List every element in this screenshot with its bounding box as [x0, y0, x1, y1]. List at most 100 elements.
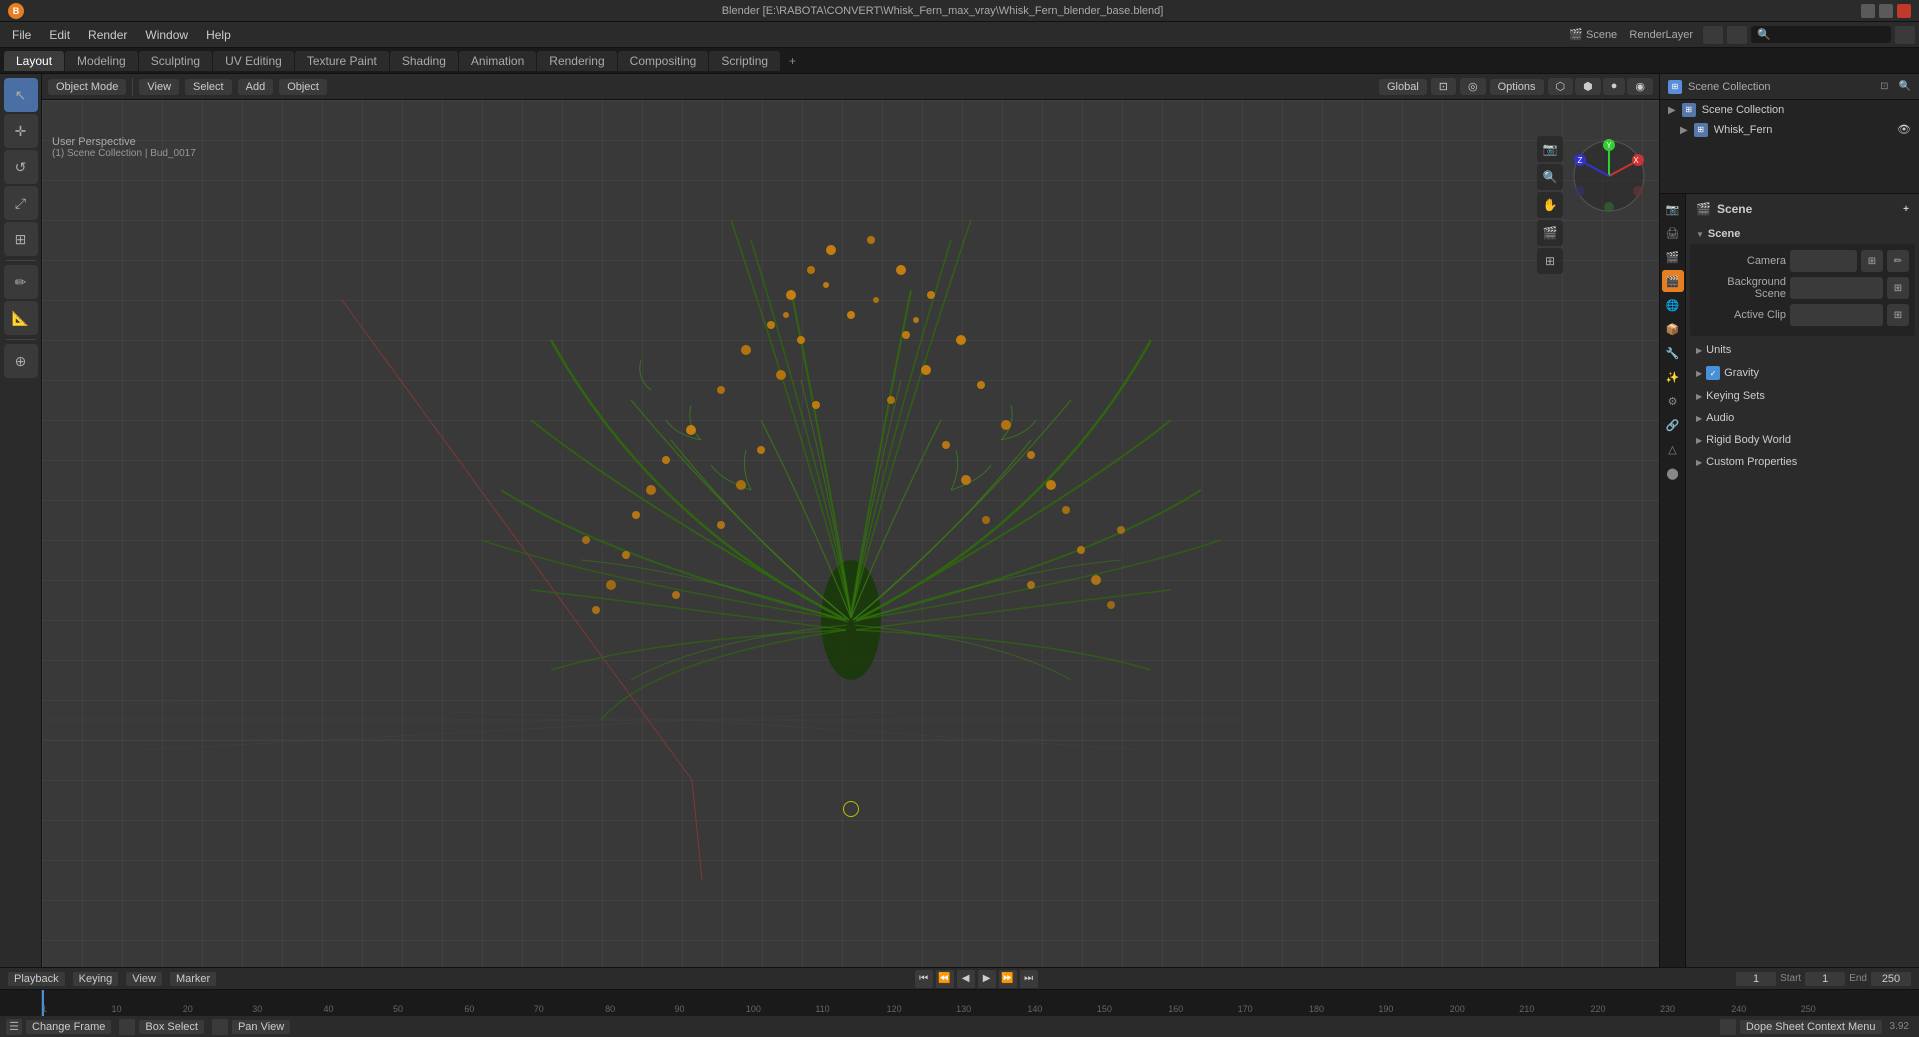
prop-scene-icon[interactable]: 🎬: [1662, 270, 1684, 292]
header-filter-button[interactable]: [1895, 26, 1915, 44]
jump-start-button[interactable]: ⏮: [915, 970, 933, 988]
prop-object-icon[interactable]: 📦: [1662, 318, 1684, 340]
shading-solid[interactable]: ⬢: [1575, 78, 1601, 95]
start-frame-field[interactable]: 1: [1805, 972, 1845, 986]
minimize-button[interactable]: [1861, 4, 1875, 18]
viewport-zoom-in[interactable]: 🔍: [1537, 164, 1563, 190]
header-button-1[interactable]: [1703, 26, 1723, 44]
prop-modifier-icon[interactable]: 🔧: [1662, 342, 1684, 364]
viewport-camera-btn[interactable]: 🎬: [1537, 220, 1563, 246]
timeline-ruler[interactable]: 1 10 20 30 40 50 60 70 80 90 100 110 120…: [0, 990, 1919, 1016]
play-button[interactable]: ▶: [978, 970, 996, 988]
bottom-mode-icon[interactable]: ☰: [6, 1019, 22, 1035]
viewport-object-menu[interactable]: Object: [279, 79, 327, 95]
prop-data-icon[interactable]: △: [1662, 438, 1684, 460]
shading-material[interactable]: ●: [1603, 78, 1626, 95]
tab-shading[interactable]: Shading: [390, 51, 458, 71]
scene-section-header[interactable]: ▼ Scene: [1690, 224, 1915, 244]
outliner-filter-button[interactable]: ⊡: [1880, 81, 1888, 92]
outliner-whisk-fern[interactable]: ▶ ⊞ Whisk_Fern 👁: [1660, 120, 1919, 140]
viewport-snap-button[interactable]: ⊡: [1431, 78, 1456, 95]
active-clip-value[interactable]: [1790, 304, 1883, 326]
shading-rendered[interactable]: ◉: [1627, 78, 1653, 95]
jump-next-keyframe[interactable]: ⏩: [999, 970, 1017, 988]
tool-annotate[interactable]: ✏: [4, 265, 38, 299]
viewport-select-menu[interactable]: Select: [185, 79, 232, 95]
marker-menu[interactable]: Marker: [170, 972, 216, 986]
jump-end-button[interactable]: ⏭: [1020, 970, 1038, 988]
bottom-box-icon[interactable]: [119, 1019, 135, 1035]
tab-layout[interactable]: Layout: [4, 51, 64, 71]
prop-view-layer-icon[interactable]: 🎬: [1662, 246, 1684, 268]
add-workspace-button[interactable]: +: [781, 51, 804, 71]
menu-edit[interactable]: Edit: [41, 26, 78, 44]
tab-compositing[interactable]: Compositing: [618, 51, 709, 71]
active-clip-browse[interactable]: ⊞: [1887, 304, 1909, 326]
end-frame-field[interactable]: 250: [1871, 972, 1911, 986]
tool-cursor[interactable]: ↖: [4, 78, 38, 112]
outliner-search-button[interactable]: 🔍: [1899, 81, 1911, 92]
prop-material-icon[interactable]: ⬤: [1662, 462, 1684, 484]
background-scene-browse[interactable]: ⊞: [1887, 277, 1909, 299]
prop-particles-icon[interactable]: ✨: [1662, 366, 1684, 388]
gravity-header[interactable]: ▶ ✓ Gravity: [1690, 362, 1915, 384]
units-header[interactable]: ▶ Units: [1690, 340, 1915, 360]
viewport-global-selector[interactable]: Global: [1379, 79, 1427, 95]
camera-browse-button[interactable]: ⊞: [1861, 250, 1883, 272]
tab-texture-paint[interactable]: Texture Paint: [295, 51, 389, 71]
prop-render-icon[interactable]: 📷: [1662, 198, 1684, 220]
viewport-view-menu[interactable]: View: [139, 79, 179, 95]
camera-select-button[interactable]: ✏: [1887, 250, 1909, 272]
keying-menu[interactable]: Keying: [73, 972, 119, 986]
menu-render[interactable]: Render: [80, 26, 135, 44]
playback-menu[interactable]: Playback: [8, 972, 65, 986]
dope-sheet-button[interactable]: Dope Sheet Context Menu: [1740, 1020, 1882, 1034]
outliner-scene-collection[interactable]: ▶ ⊞ Scene Collection: [1660, 100, 1919, 120]
tool-move[interactable]: ✛: [4, 114, 38, 148]
custom-properties-header[interactable]: ▶ Custom Properties: [1690, 452, 1915, 472]
tool-scale[interactable]: ⤢: [4, 186, 38, 220]
menu-window[interactable]: Window: [137, 26, 196, 44]
change-frame-button[interactable]: Change Frame: [26, 1020, 111, 1034]
tab-uv-editing[interactable]: UV Editing: [213, 51, 294, 71]
prop-constraints-icon[interactable]: 🔗: [1662, 414, 1684, 436]
shading-wireframe[interactable]: ⬡: [1548, 78, 1574, 95]
outliner-visibility-toggle[interactable]: 👁: [1897, 123, 1911, 137]
bottom-dope-icon[interactable]: [1720, 1019, 1736, 1035]
tab-scripting[interactable]: Scripting: [709, 51, 780, 71]
viewport-pan-btn[interactable]: ✋: [1537, 192, 1563, 218]
timeline-ruler-container[interactable]: 1 10 20 30 40 50 60 70 80 90 100 110 120…: [42, 990, 1919, 1016]
tab-sculpting[interactable]: Sculpting: [139, 51, 212, 71]
tool-add-object[interactable]: ⊕: [4, 344, 38, 378]
menu-file[interactable]: File: [4, 26, 39, 44]
tool-transform[interactable]: ⊞: [4, 222, 38, 256]
gravity-checkbox[interactable]: ✓: [1706, 366, 1720, 380]
viewport-proportional-edit[interactable]: ◎: [1460, 78, 1486, 95]
bottom-pan-icon[interactable]: [212, 1019, 228, 1035]
prop-output-icon[interactable]: 🖨: [1662, 222, 1684, 244]
viewport-mode-selector[interactable]: Object Mode: [48, 79, 126, 95]
navigation-gizmo[interactable]: X Y Z: [1569, 136, 1649, 216]
menu-help[interactable]: Help: [198, 26, 239, 44]
current-frame-field[interactable]: 1: [1736, 972, 1776, 986]
tab-rendering[interactable]: Rendering: [537, 51, 616, 71]
close-button[interactable]: [1897, 4, 1911, 18]
timeline-view-menu[interactable]: View: [126, 972, 162, 986]
tab-animation[interactable]: Animation: [459, 51, 536, 71]
play-reverse-button[interactable]: ◀: [957, 970, 975, 988]
audio-header[interactable]: ▶ Audio: [1690, 408, 1915, 428]
tool-rotate[interactable]: ↺: [4, 150, 38, 184]
viewport-add-menu[interactable]: Add: [238, 79, 274, 95]
tool-measure[interactable]: 📐: [4, 301, 38, 335]
viewport-grid-btn[interactable]: ⊞: [1537, 248, 1563, 274]
jump-prev-keyframe[interactable]: ⏪: [936, 970, 954, 988]
viewport-canvas[interactable]: User Perspective (1) Scene Collection | …: [42, 100, 1659, 967]
tab-modeling[interactable]: Modeling: [65, 51, 138, 71]
zoom-camera-button[interactable]: 📷: [1537, 136, 1563, 162]
pan-view-button[interactable]: Pan View: [232, 1020, 290, 1034]
prop-scene-add-btn[interactable]: +: [1903, 204, 1909, 215]
box-select-button[interactable]: Box Select: [139, 1020, 204, 1034]
prop-world-icon[interactable]: 🌐: [1662, 294, 1684, 316]
header-button-2[interactable]: [1727, 26, 1747, 44]
prop-physics-icon[interactable]: ⚙: [1662, 390, 1684, 412]
